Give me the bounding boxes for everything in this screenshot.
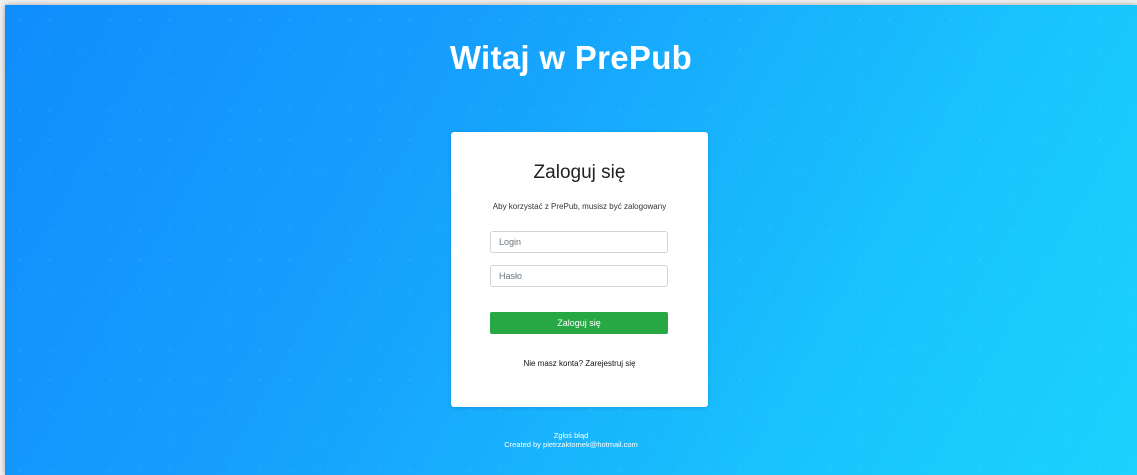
- login-card: Zaloguj się Aby korzystać z PrePub, musi…: [451, 132, 708, 407]
- page-background: Witaj w PrePub Zaloguj się Aby korzystać…: [5, 5, 1137, 475]
- register-prompt-line: Nie masz konta? Zarejestruj się: [451, 359, 708, 368]
- password-input[interactable]: [490, 265, 668, 287]
- register-link[interactable]: Zarejestruj się: [585, 359, 635, 368]
- register-prompt-text: Nie masz konta?: [523, 359, 584, 368]
- login-card-subtitle: Aby korzystać z PrePub, musisz być zalog…: [492, 202, 667, 211]
- footer-credit: Created by pietrzaktomek@hotmail.com: [504, 440, 638, 449]
- report-bug-link[interactable]: Zgłoś błąd: [554, 431, 589, 440]
- login-card-title: Zaloguj się: [533, 162, 626, 183]
- login-input[interactable]: [490, 231, 668, 253]
- footer: Zgłoś błąd Created by pietrzaktomek@hotm…: [5, 431, 1137, 449]
- login-button[interactable]: Zaloguj się: [490, 312, 668, 334]
- page-title: Witaj w PrePub: [449, 39, 693, 76]
